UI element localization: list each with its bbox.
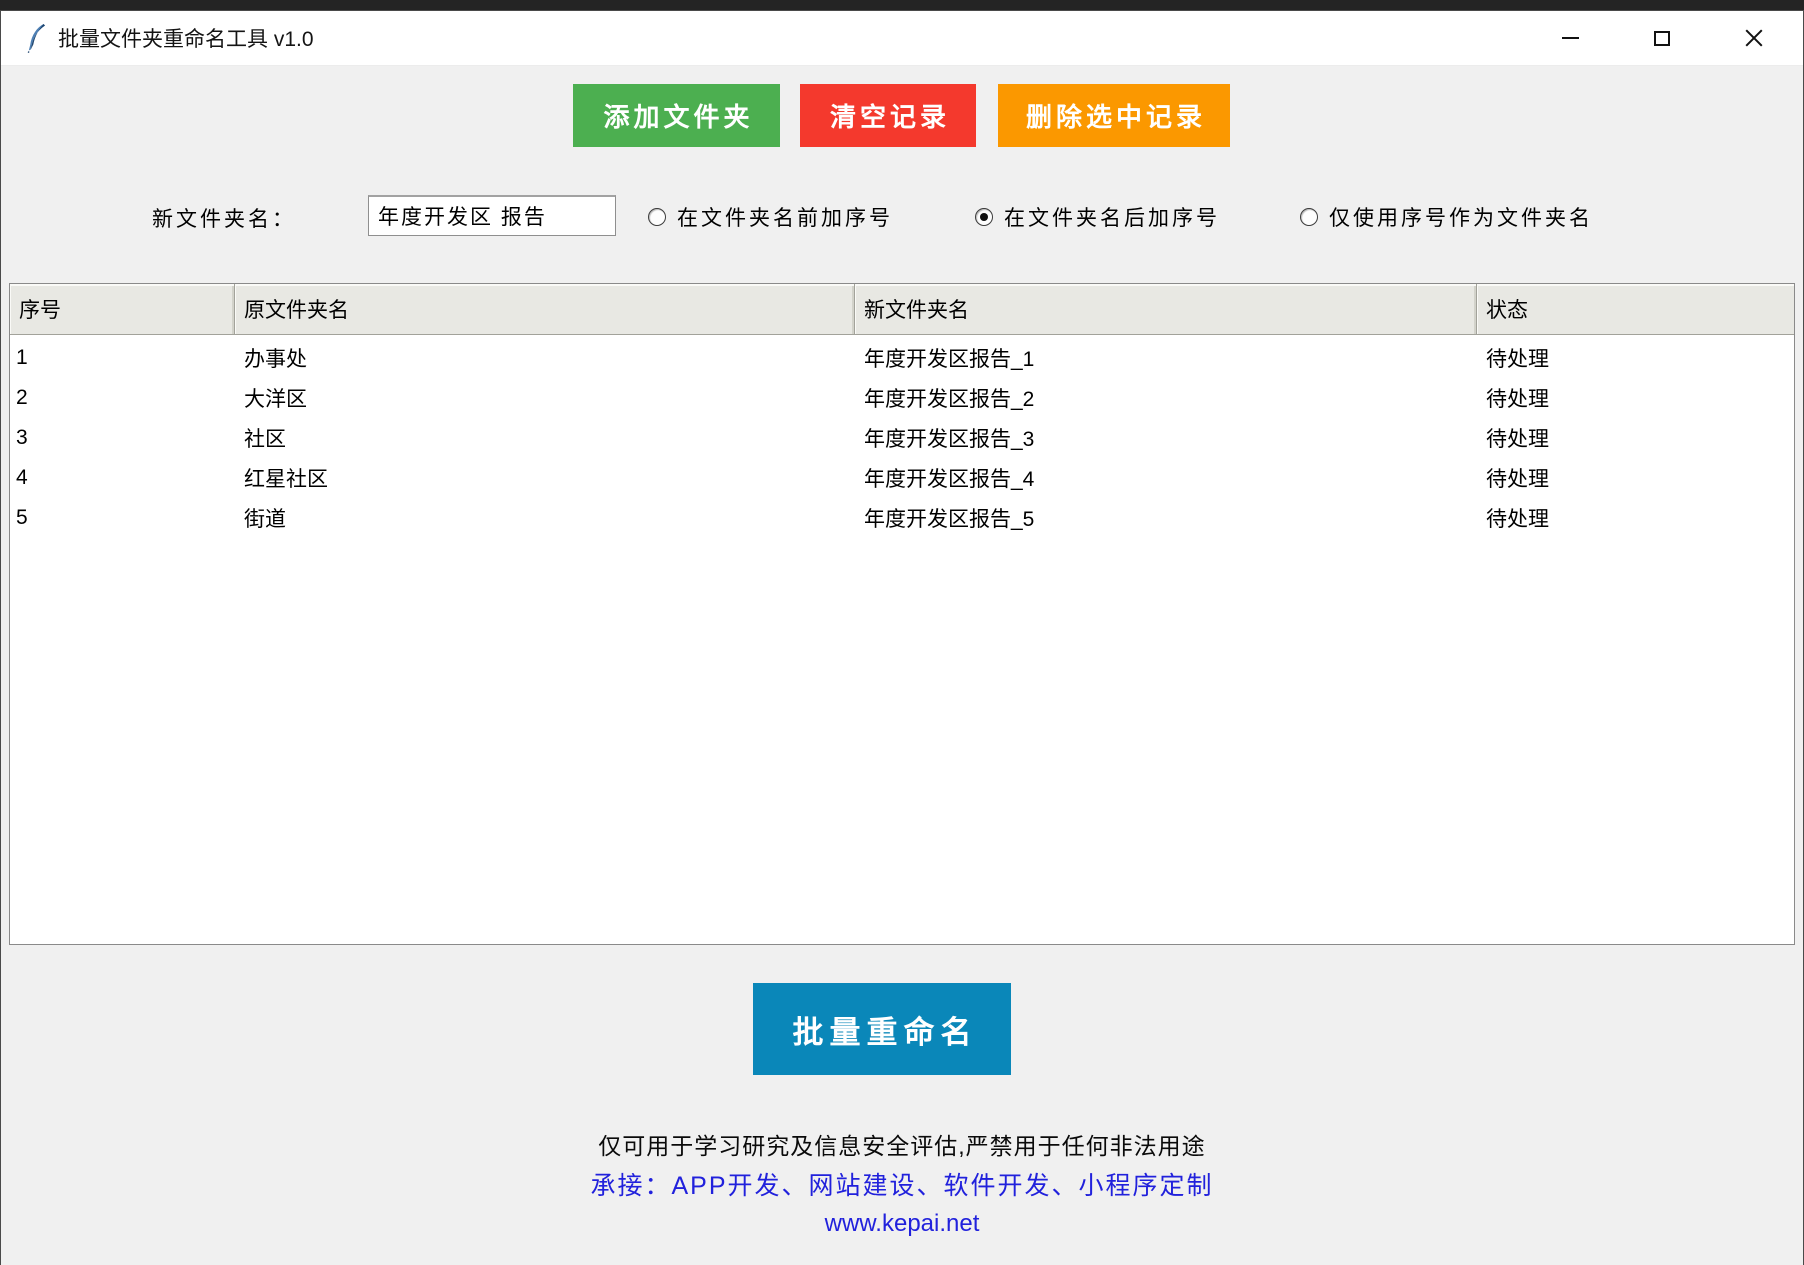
radio-label: 仅使用序号作为文件夹名 [1329, 202, 1593, 232]
close-icon [1743, 27, 1765, 49]
column-header-index[interactable]: 序号 [10, 284, 235, 335]
cell-status: 待处理 [1477, 343, 1794, 373]
cell-original-name: 社区 [235, 423, 855, 453]
maximize-button[interactable] [1626, 10, 1698, 66]
window-title: 批量文件夹重命名工具 v1.0 [58, 23, 314, 53]
table-row[interactable]: 5 街道 年度开发区报告_5 待处理 [10, 498, 1794, 538]
radio-label: 在文件夹名后加序号 [1004, 202, 1220, 232]
cell-original-name: 办事处 [235, 343, 855, 373]
cell-new-name: 年度开发区报告_5 [855, 503, 1477, 533]
delete-selected-button[interactable]: 删除选中记录 [998, 84, 1230, 147]
add-folder-button[interactable]: 添加文件夹 [573, 84, 780, 147]
radio-option-number-only[interactable]: 仅使用序号作为文件夹名 [1300, 202, 1593, 232]
radio-icon [648, 208, 666, 226]
column-header-original-name[interactable]: 原文件夹名 [235, 284, 855, 335]
cell-index: 1 [10, 346, 235, 370]
clear-records-button[interactable]: 清空记录 [800, 84, 976, 147]
radio-label: 在文件夹名前加序号 [677, 202, 893, 232]
batch-rename-button[interactable]: 批量重命名 [753, 983, 1011, 1075]
python-feather-icon [24, 23, 48, 53]
cell-new-name: 年度开发区报告_1 [855, 343, 1477, 373]
desktop-background-strip [0, 0, 1804, 10]
table-body: 1 办事处 年度开发区报告_1 待处理 2 大洋区 年度开发区报告_2 待处理 … [10, 335, 1794, 538]
cell-status: 待处理 [1477, 463, 1794, 493]
cell-index: 4 [10, 466, 235, 490]
cell-index: 3 [10, 426, 235, 450]
cell-status: 待处理 [1477, 383, 1794, 413]
cell-original-name: 红星社区 [235, 463, 855, 493]
radio-icon [1300, 208, 1318, 226]
cell-status: 待处理 [1477, 423, 1794, 453]
website-link[interactable]: www.kepai.net [0, 1210, 1804, 1238]
table-row[interactable]: 4 红星社区 年度开发区报告_4 待处理 [10, 458, 1794, 498]
table-row[interactable]: 2 大洋区 年度开发区报告_2 待处理 [10, 378, 1794, 418]
table-row[interactable]: 3 社区 年度开发区报告_3 待处理 [10, 418, 1794, 458]
new-folder-name-input[interactable] [368, 195, 616, 236]
cell-index: 2 [10, 386, 235, 410]
table-header-row: 序号 原文件夹名 新文件夹名 状态 [10, 284, 1794, 335]
cell-new-name: 年度开发区报告_4 [855, 463, 1477, 493]
minimize-icon [1562, 37, 1579, 39]
folder-table: 序号 原文件夹名 新文件夹名 状态 1 办事处 年度开发区报告_1 待处理 2 … [9, 283, 1795, 945]
table-row[interactable]: 1 办事处 年度开发区报告_1 待处理 [10, 338, 1794, 378]
new-folder-name-label: 新文件夹名： [152, 203, 296, 233]
cell-new-name: 年度开发区报告_3 [855, 423, 1477, 453]
disclaimer-text: 仅可用于学习研究及信息安全评估,严禁用于任何非法用途 [0, 1127, 1804, 1161]
services-text: 承接：APP开发、网站建设、软件开发、小程序定制 [0, 1166, 1804, 1202]
column-header-new-name[interactable]: 新文件夹名 [855, 284, 1477, 335]
column-header-status[interactable]: 状态 [1477, 284, 1794, 335]
maximize-icon [1654, 31, 1670, 46]
radio-option-prefix-number[interactable]: 在文件夹名前加序号 [648, 202, 893, 232]
radio-option-suffix-number[interactable]: 在文件夹名后加序号 [975, 202, 1220, 232]
cell-new-name: 年度开发区报告_2 [855, 383, 1477, 413]
cell-status: 待处理 [1477, 503, 1794, 533]
close-button[interactable] [1718, 10, 1790, 66]
radio-icon [975, 208, 993, 226]
cell-original-name: 街道 [235, 503, 855, 533]
minimize-button[interactable] [1534, 10, 1606, 66]
cell-original-name: 大洋区 [235, 383, 855, 413]
cell-index: 5 [10, 506, 235, 530]
